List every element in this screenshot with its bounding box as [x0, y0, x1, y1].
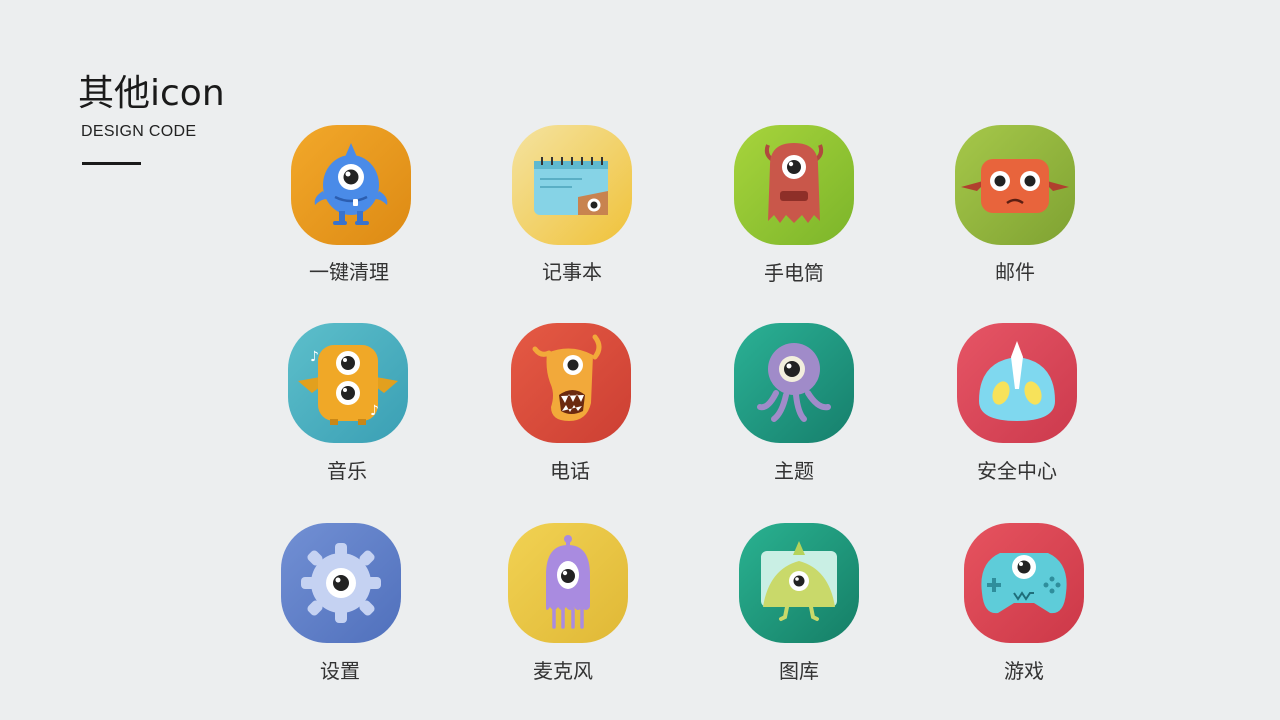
- app-icon-flashlight[interactable]: [734, 125, 854, 245]
- app-label: 设置: [320, 659, 360, 683]
- app-label: 麦克风: [533, 659, 593, 683]
- app-icon-microphone[interactable]: [508, 523, 628, 643]
- app-label: 记事本: [542, 260, 602, 284]
- cleanup-monster-icon: [291, 125, 411, 245]
- svg-text:♪: ♪: [370, 403, 379, 419]
- app-label: 安全中心: [977, 459, 1057, 483]
- app-icon-security[interactable]: [957, 323, 1077, 443]
- microphone-monster-icon: [508, 523, 628, 643]
- app-icon-theme[interactable]: [734, 323, 854, 443]
- settings-monster-icon: [281, 523, 401, 643]
- music-monster-icon: ♪ ♪: [288, 323, 408, 443]
- app-label: 主题: [774, 459, 814, 483]
- app-label: 图库: [779, 659, 819, 683]
- app-label: 游戏: [1004, 659, 1044, 683]
- security-monster-icon: [957, 323, 1077, 443]
- app-label: 邮件: [995, 260, 1035, 284]
- app-icon-phone[interactable]: [511, 323, 631, 443]
- notepad-monster-icon: [512, 125, 632, 245]
- app-icon-settings[interactable]: [281, 523, 401, 643]
- page-title: 其他icon: [78, 73, 225, 114]
- app-icon-game[interactable]: [964, 523, 1084, 643]
- app-icon-music[interactable]: ♪ ♪: [288, 323, 408, 443]
- page-subtitle: DESIGN CODE: [81, 123, 197, 140]
- app-icon-notepad[interactable]: [512, 125, 632, 245]
- gallery-monster-icon: [739, 523, 859, 643]
- game-monster-icon: [964, 523, 1084, 643]
- phone-monster-icon: [511, 323, 631, 443]
- app-icon-cleanup[interactable]: [291, 125, 411, 245]
- app-label: 音乐: [327, 459, 367, 483]
- flashlight-monster-icon: [734, 125, 854, 245]
- app-label: 电话: [550, 459, 590, 483]
- svg-text:♪: ♪: [310, 349, 319, 365]
- theme-monster-icon: [734, 323, 854, 443]
- title-underline: [82, 162, 141, 165]
- app-icon-gallery[interactable]: [739, 523, 859, 643]
- mail-monster-icon: [955, 125, 1075, 245]
- app-label: 手电筒: [764, 261, 824, 285]
- app-icon-mail[interactable]: [955, 125, 1075, 245]
- app-label: 一键清理: [309, 260, 389, 284]
